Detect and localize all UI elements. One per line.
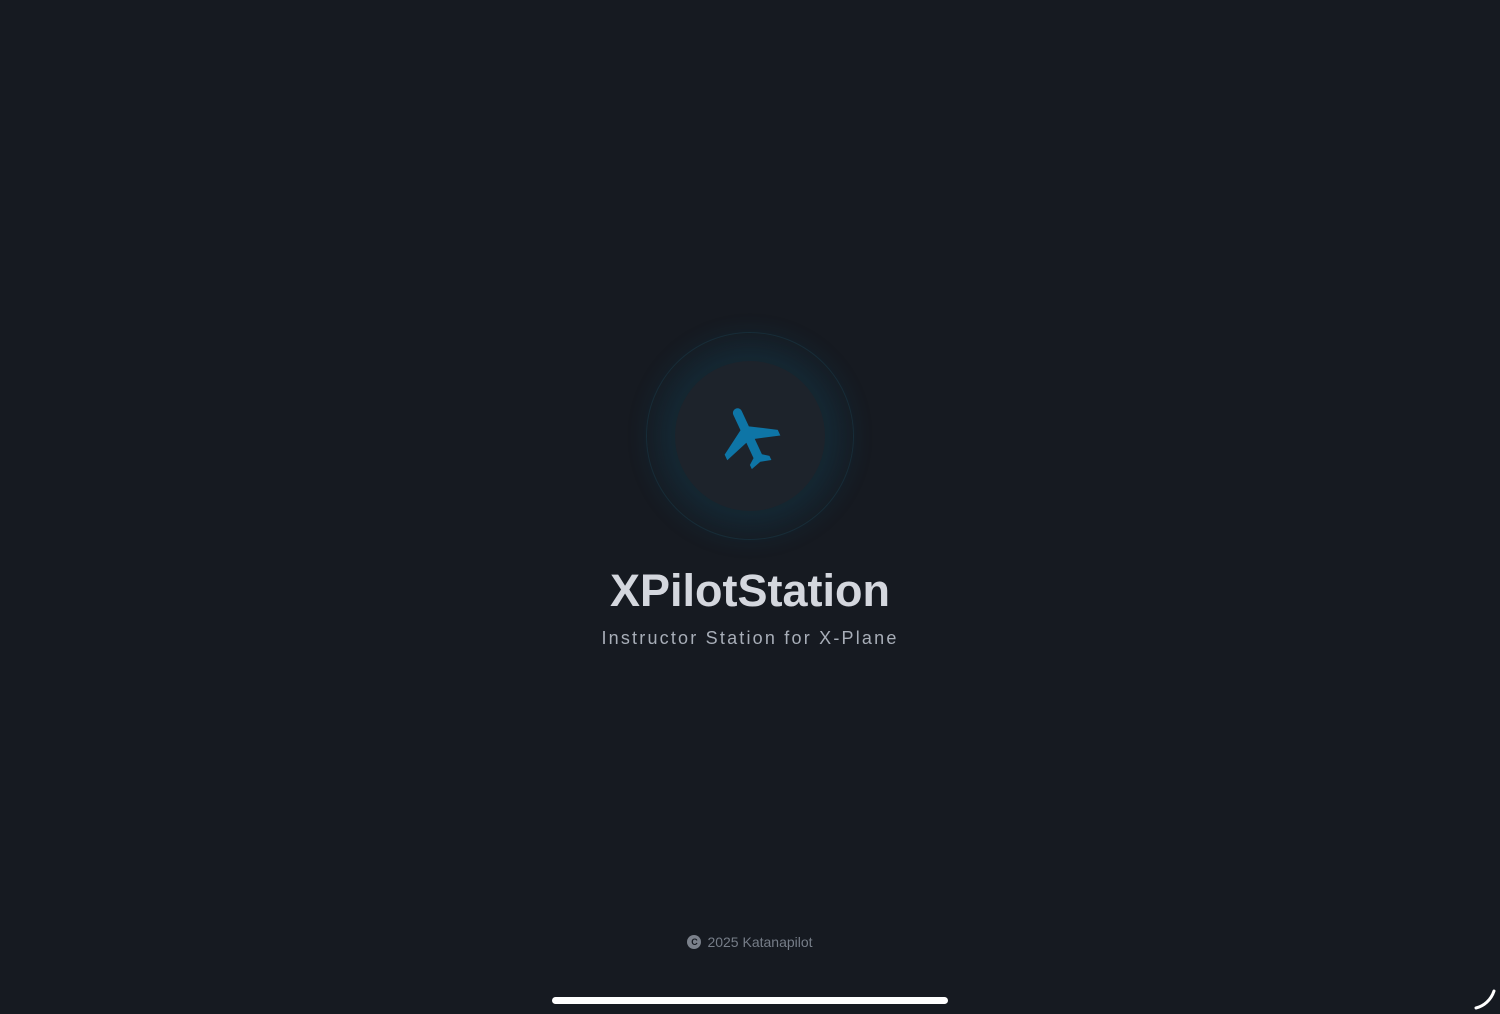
app-subtitle: Instructor Station for X-Plane: [601, 628, 899, 648]
copyright-icon: C: [687, 935, 702, 949]
copyright-footer: C 2025 Katanapilot: [0, 933, 1500, 951]
splash-screen: XPilotStation Instructor Station for X-P…: [0, 0, 1500, 1014]
copyright-text: 2025 Katanapilot: [707, 934, 813, 950]
resize-handle-icon[interactable]: [1472, 986, 1498, 1012]
home-indicator[interactable]: [552, 997, 948, 1004]
airplane-icon: [724, 408, 781, 470]
app-title: XPilotStation: [610, 565, 890, 616]
